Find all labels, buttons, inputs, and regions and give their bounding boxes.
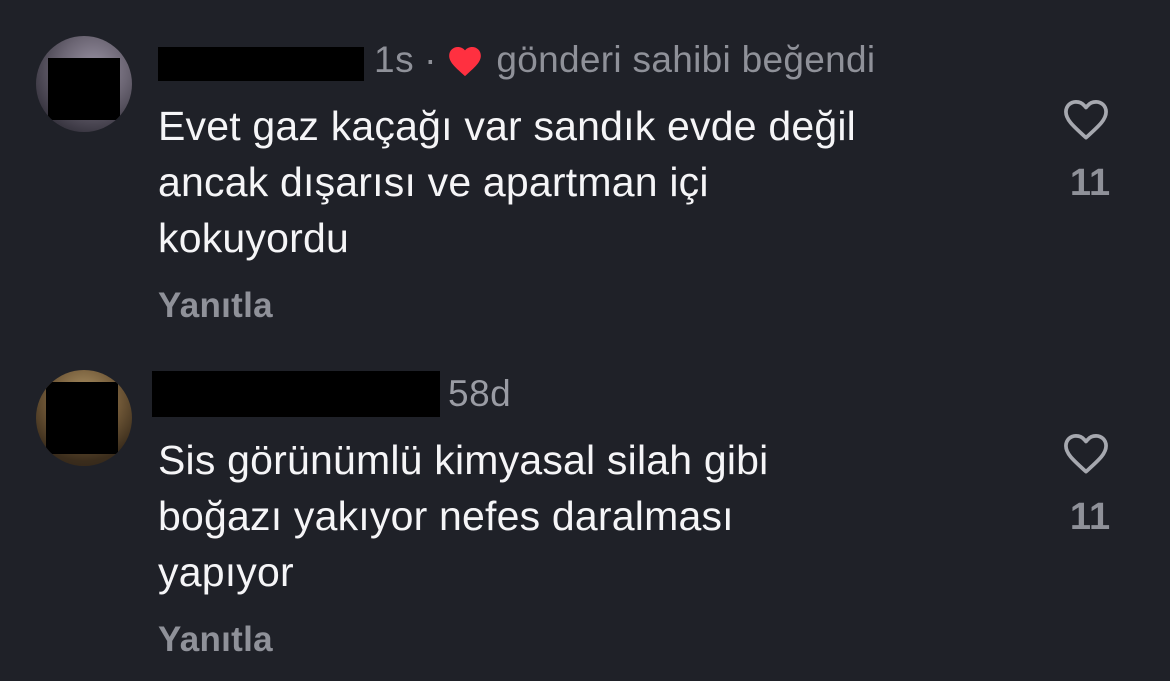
username-redacted[interactable] bbox=[152, 371, 440, 417]
timestamp: 1s bbox=[374, 39, 415, 80]
username-redacted[interactable] bbox=[158, 47, 364, 81]
comment-item: 1s · gönderi sahibi beğendi Evet gaz kaç… bbox=[0, 0, 1170, 340]
separator: · bbox=[424, 39, 437, 80]
avatar[interactable] bbox=[36, 36, 132, 132]
timestamp: 58d bbox=[448, 373, 512, 414]
avatar-redaction bbox=[48, 58, 120, 120]
owner-liked-label: gönderi sahibi beğendi bbox=[496, 39, 876, 80]
comment-meta: 58d bbox=[152, 370, 511, 418]
comment-body: Evet gaz kaçağı var sandık evde değil an… bbox=[158, 98, 1038, 266]
comment-body: Sis görünümlü kimyasal silah gibi boğazı… bbox=[158, 432, 1038, 600]
reply-button[interactable]: Yanıtla bbox=[158, 286, 273, 326]
comment-item: 58d Sis görünümlü kimyasal silah gibi bo… bbox=[0, 340, 1170, 681]
reply-button[interactable]: Yanıtla bbox=[158, 620, 273, 660]
heart-outline-icon[interactable] bbox=[1059, 428, 1113, 476]
comment-line: Sis görünümlü kimyasal silah gibi bbox=[158, 437, 769, 483]
heart-outline-icon[interactable] bbox=[1059, 94, 1113, 142]
comment-line: Evet gaz kaçağı var sandık evde değil bbox=[158, 103, 856, 149]
avatar[interactable] bbox=[36, 370, 132, 466]
like-column: 11 bbox=[1058, 428, 1114, 539]
comment-line: yapıyor bbox=[158, 549, 294, 595]
comment-line: kokuyordu bbox=[158, 215, 349, 261]
like-count: 11 bbox=[1069, 496, 1111, 538]
heart-filled-icon bbox=[446, 42, 484, 78]
avatar-redaction bbox=[46, 382, 118, 454]
like-column: 11 bbox=[1058, 94, 1114, 205]
comment-line: boğazı yakıyor nefes daralması bbox=[158, 493, 734, 539]
comment-meta: 1s · gönderi sahibi beğendi bbox=[158, 36, 875, 84]
comment-line: ancak dışarısı ve apartman içi bbox=[158, 159, 709, 205]
like-count: 11 bbox=[1069, 162, 1111, 204]
